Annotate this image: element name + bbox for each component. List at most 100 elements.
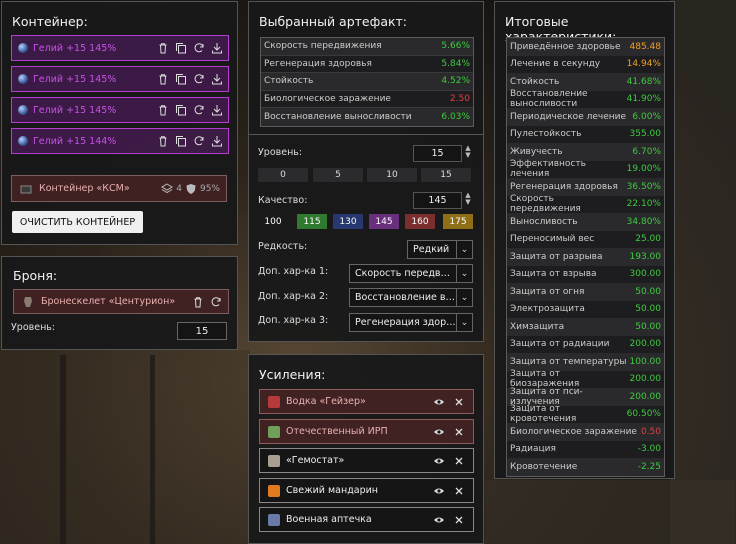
trash-icon[interactable] bbox=[157, 104, 169, 116]
totals-stat-name: Скорость передвижения bbox=[510, 194, 581, 215]
refresh-icon[interactable] bbox=[193, 42, 205, 54]
totals-row: Защита от кровотечения 60.50% bbox=[507, 404, 664, 425]
armor-slot[interactable]: Бронескелет «Центурион» bbox=[13, 289, 229, 314]
totals-row: Защита от биозаражения 200.00 bbox=[507, 369, 664, 389]
copy-icon[interactable] bbox=[175, 104, 187, 116]
totals-stat-value: 355.00 bbox=[629, 129, 662, 140]
totals-row: Радиация -3.00 bbox=[507, 440, 664, 458]
totals-stat-value: 200.00 bbox=[629, 339, 662, 350]
totals-stat-name: Переносимый вес bbox=[510, 234, 595, 245]
totals-stat-name: Лечение в секунду bbox=[510, 59, 601, 70]
clear-container-button[interactable]: ОЧИСТИТЬ КОНТЕЙНЕР bbox=[12, 211, 143, 233]
level-preset-button[interactable]: 5 bbox=[313, 168, 363, 182]
boost-item[interactable]: Свежий мандарин bbox=[259, 478, 474, 503]
level-preset-button[interactable]: 10 bbox=[367, 168, 417, 182]
totals-stat-name: Выносливость bbox=[510, 216, 578, 227]
boost-item[interactable]: «Гемостат» bbox=[259, 448, 474, 473]
trash-icon[interactable] bbox=[157, 73, 169, 85]
artifact-stat-row: Восстановление выносливости 6.03% bbox=[261, 108, 473, 126]
container-slot[interactable]: Гелий +15 144% bbox=[11, 128, 229, 154]
totals-stat-name: Восстановление выносливости bbox=[510, 89, 588, 110]
refresh-icon[interactable] bbox=[193, 104, 205, 116]
container-slot[interactable]: Гелий +15 145% bbox=[11, 97, 229, 123]
totals-row: Лечение в секунду 14.94% bbox=[507, 55, 664, 73]
totals-stat-name: Регенерация здоровья bbox=[510, 181, 618, 192]
rarity-select[interactable]: Редкий ⌄ bbox=[407, 240, 473, 259]
container-slot[interactable]: Гелий +15 145% bbox=[11, 66, 229, 92]
quality-label: Качество: bbox=[258, 195, 308, 206]
totals-row: Регенерация здоровья 36.50% bbox=[507, 178, 664, 196]
ksm-container-slot[interactable]: Контейнер «КСМ» 4 95% bbox=[11, 175, 227, 202]
refresh-icon[interactable] bbox=[210, 296, 222, 308]
artifact-level-input[interactable]: 15 bbox=[413, 145, 462, 162]
quality-preset-button[interactable]: 175 bbox=[443, 214, 473, 229]
boost-item[interactable]: Отечественный ИРП bbox=[259, 419, 474, 444]
container-title: Контейнер: bbox=[12, 14, 88, 29]
refresh-icon[interactable] bbox=[193, 73, 205, 85]
slot-label: Гелий +15 145% bbox=[33, 73, 117, 85]
quality-preset-button[interactable]: 160 bbox=[405, 214, 435, 229]
boost-item[interactable]: Водка «Гейзер» bbox=[259, 389, 474, 414]
eye-icon[interactable] bbox=[433, 485, 445, 497]
artifact-orb-icon bbox=[18, 74, 28, 84]
extra1-select[interactable]: Скорость передвижения ⌄ bbox=[349, 264, 473, 283]
totals-stat-name: Радиация bbox=[510, 444, 556, 455]
eye-icon[interactable] bbox=[433, 514, 445, 526]
totals-row: Приведённое здоровье 485.48 bbox=[507, 38, 664, 56]
totals-stat-value: 50.00 bbox=[635, 304, 661, 315]
close-icon[interactable] bbox=[453, 485, 465, 497]
slot-label: Гелий +15 145% bbox=[33, 104, 117, 116]
boost-item[interactable]: Военная аптечка bbox=[259, 507, 474, 532]
level-preset-button[interactable]: 0 bbox=[258, 168, 308, 182]
totals-stat-value: 41.90% bbox=[626, 94, 661, 105]
trash-icon[interactable] bbox=[157, 42, 169, 54]
refresh-icon[interactable] bbox=[193, 135, 205, 147]
container-slot[interactable]: Гелий +15 145% bbox=[11, 35, 229, 61]
close-icon[interactable] bbox=[453, 396, 465, 408]
trash-icon[interactable] bbox=[192, 296, 204, 308]
totals-stat-value: 6.70% bbox=[632, 146, 661, 157]
armor-level-label: Уровень: bbox=[11, 322, 56, 333]
extra3-select[interactable]: Регенерация здоровья ⌄ bbox=[349, 313, 473, 332]
trash-icon[interactable] bbox=[157, 135, 169, 147]
artifact-title: Выбранный артефакт: bbox=[259, 14, 408, 29]
eye-icon[interactable] bbox=[433, 426, 445, 438]
download-icon[interactable] bbox=[211, 104, 223, 116]
copy-icon[interactable] bbox=[175, 73, 187, 85]
totals-stat-value: 34.80% bbox=[626, 216, 661, 227]
armor-level-input[interactable]: 15 bbox=[177, 322, 227, 340]
level-preset-button[interactable]: 15 bbox=[421, 168, 471, 182]
quality-spinner[interactable]: ▲ ▼ bbox=[464, 192, 472, 206]
close-icon[interactable] bbox=[453, 455, 465, 467]
quality-preset-button[interactable]: 145 bbox=[369, 214, 399, 229]
download-icon[interactable] bbox=[211, 73, 223, 85]
close-icon[interactable] bbox=[453, 426, 465, 438]
copy-icon[interactable] bbox=[175, 42, 187, 54]
quality-input[interactable]: 145 bbox=[413, 192, 462, 209]
quality-preset-button[interactable]: 100 bbox=[258, 214, 288, 229]
artifact-level-spinner[interactable]: ▲ ▼ bbox=[464, 145, 472, 159]
stat-name: Регенерация здоровья bbox=[264, 58, 372, 69]
totals-stat-value: 50.00 bbox=[635, 321, 661, 332]
download-icon[interactable] bbox=[211, 42, 223, 54]
artifact-orb-icon bbox=[18, 136, 28, 146]
chevron-down-icon: ⌄ bbox=[456, 265, 472, 282]
artifact-stat-row: Регенерация здоровья 5.84% bbox=[261, 55, 473, 74]
extra2-select[interactable]: Восстановление выносливости ⌄ bbox=[349, 288, 473, 307]
totals-row: Электрозащита 50.00 bbox=[507, 300, 664, 318]
container-icon bbox=[20, 183, 32, 195]
download-icon[interactable] bbox=[211, 135, 223, 147]
totals-row: Защита от огня 50.00 bbox=[507, 283, 664, 301]
totals-stat-name: Защита от кровотечения bbox=[510, 404, 577, 425]
quality-preset-button[interactable]: 130 bbox=[333, 214, 363, 229]
rarity-value: Редкий bbox=[413, 244, 450, 255]
eye-icon[interactable] bbox=[433, 396, 445, 408]
copy-icon[interactable] bbox=[175, 135, 187, 147]
close-icon[interactable] bbox=[453, 514, 465, 526]
eye-icon[interactable] bbox=[433, 455, 445, 467]
totals-stat-value: 485.48 bbox=[629, 41, 662, 52]
totals-stat-name: Электрозащита bbox=[510, 304, 585, 315]
quality-preset-button[interactable]: 115 bbox=[297, 214, 327, 229]
boost-item-icon bbox=[268, 513, 280, 526]
totals-stat-value: -2.25 bbox=[637, 461, 661, 472]
